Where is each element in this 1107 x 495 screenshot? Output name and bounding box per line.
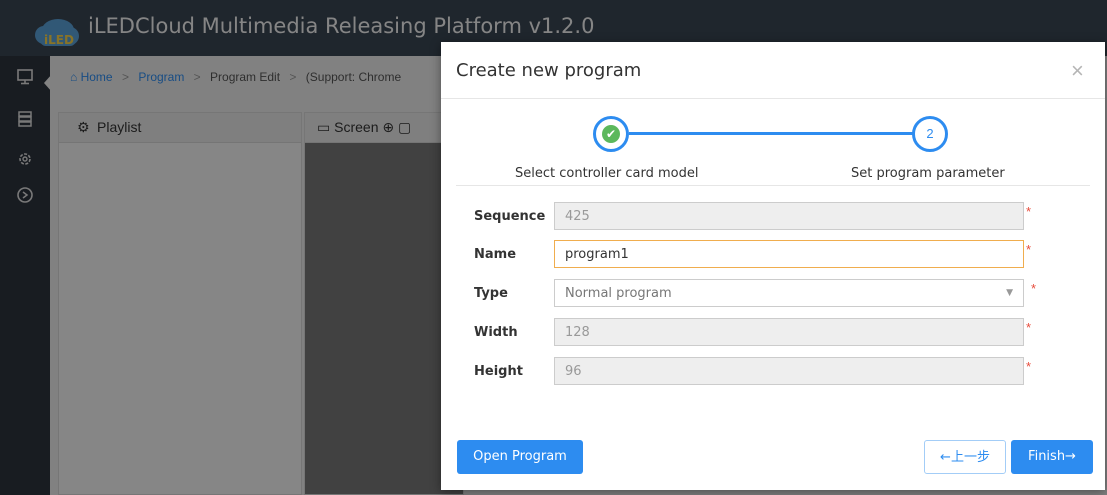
- height-label: Height: [474, 364, 523, 379]
- dialog-divider: [441, 98, 1105, 99]
- type-row: Type Normal program ▼ *: [474, 279, 1074, 309]
- checkmark-icon: ✔: [602, 125, 620, 143]
- previous-step-button[interactable]: ←上一步: [924, 440, 1006, 474]
- steps-divider: [456, 185, 1090, 186]
- chevron-down-icon: ▼: [1006, 288, 1013, 298]
- dialog-title: Create new program: [456, 60, 642, 81]
- required-mark: *: [1031, 281, 1037, 296]
- required-mark: *: [1026, 320, 1032, 335]
- type-label: Type: [474, 286, 508, 301]
- height-row: Height 96 *: [474, 357, 1074, 387]
- type-select[interactable]: Normal program ▼: [554, 279, 1024, 307]
- width-label: Width: [474, 325, 518, 340]
- type-select-value: Normal program: [565, 286, 672, 301]
- step-1-indicator: ✔: [593, 116, 629, 152]
- open-program-button[interactable]: Open Program: [457, 440, 583, 474]
- close-icon[interactable]: ×: [1071, 58, 1084, 84]
- step-connector: [629, 132, 913, 135]
- finish-button[interactable]: Finish→: [1011, 440, 1093, 474]
- required-mark: *: [1026, 204, 1032, 219]
- sequence-label: Sequence: [474, 209, 546, 224]
- step-2-label: Set program parameter: [851, 166, 1005, 181]
- sequence-row: Sequence 425 *: [474, 202, 1074, 232]
- name-label: Name: [474, 247, 517, 262]
- width-row: Width 128 *: [474, 318, 1074, 348]
- wizard-steps: ✔ 2 Select controller card model Set pro…: [441, 102, 1105, 188]
- required-mark: *: [1026, 359, 1032, 374]
- create-program-dialog: Create new program × ✔ 2 Select controll…: [441, 42, 1105, 490]
- width-field[interactable]: 128: [554, 318, 1024, 346]
- name-field[interactable]: program1: [554, 240, 1024, 268]
- step-1-label: Select controller card model: [515, 166, 699, 181]
- required-mark: *: [1026, 242, 1032, 257]
- height-field[interactable]: 96: [554, 357, 1024, 385]
- name-row: Name program1 *: [474, 240, 1074, 270]
- step-2-indicator: 2: [912, 116, 948, 152]
- sequence-field[interactable]: 425: [554, 202, 1024, 230]
